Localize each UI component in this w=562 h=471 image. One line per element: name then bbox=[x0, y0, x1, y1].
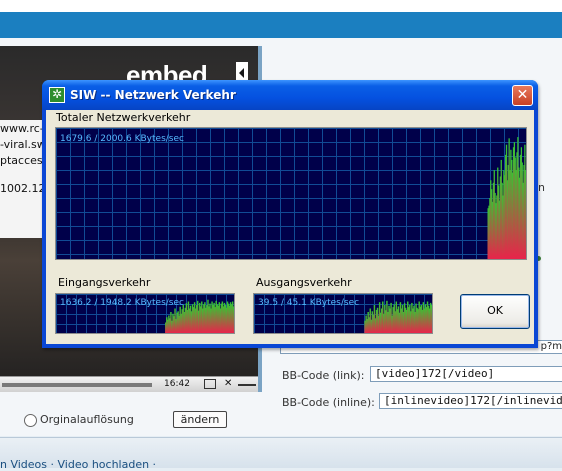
total-traffic-label: Totaler Netzwerkverkehr bbox=[56, 111, 191, 124]
incoming-traffic-label: Eingangsverkehr bbox=[58, 276, 151, 289]
outgoing-traffic-rate: 39.5 / 45.1 KBytes/sec bbox=[258, 298, 360, 308]
original-resolution-radio[interactable] bbox=[24, 414, 37, 427]
bb-code-link-field[interactable]: [video]172[/video] bbox=[370, 366, 562, 382]
footer-links[interactable]: n Videos · Video hochladen · bbox=[0, 458, 156, 471]
close-button[interactable]: ✕ bbox=[512, 85, 533, 106]
side-text-fragment: n bbox=[538, 181, 545, 194]
site-header-bar bbox=[0, 12, 562, 38]
info-line: -viral.sw bbox=[0, 138, 45, 151]
incoming-traffic-rate: 1636.2 / 1948.2 KBytes/sec bbox=[60, 298, 184, 308]
incoming-traffic-graph: 1636.2 / 1948.2 KBytes/sec bbox=[55, 293, 235, 334]
bb-code-inline-label: BB-Code (inline): bbox=[282, 396, 375, 409]
info-line: www.rc- bbox=[0, 122, 44, 135]
url-field-text: p?m bbox=[540, 341, 562, 352]
mute-icon[interactable]: ✕ bbox=[224, 378, 232, 389]
playback-time: 16:42 bbox=[164, 379, 190, 389]
siw-network-window: ✲ SIW -- Netzwerk Verkehr ✕ Totaler Netz… bbox=[42, 80, 538, 348]
change-button[interactable]: ändern bbox=[173, 411, 227, 428]
window-titlebar[interactable]: ✲ SIW -- Netzwerk Verkehr ✕ bbox=[42, 80, 538, 110]
seek-bar[interactable] bbox=[2, 383, 152, 387]
incoming-traffic-bar bbox=[232, 306, 234, 333]
info-line: ptacces bbox=[0, 154, 43, 167]
video-info-overlay: www.rc- -viral.sw ptacces 1002.12 bbox=[0, 120, 45, 238]
browser-top-strip bbox=[0, 0, 562, 12]
total-traffic-graph: 1679.6 / 2000.6 KBytes/sec bbox=[55, 127, 527, 260]
bb-code-link-label: BB-Code (link): bbox=[282, 369, 365, 382]
player-controls: 16:42 ✕ bbox=[0, 376, 258, 392]
outgoing-traffic-graph: 39.5 / 45.1 KBytes/sec bbox=[253, 293, 433, 334]
bb-code-inline-field[interactable]: [inlinevideo]172[/inlinevideo] bbox=[379, 393, 562, 409]
fullscreen-icon[interactable] bbox=[204, 379, 216, 389]
outgoing-traffic-bar bbox=[430, 305, 432, 333]
total-traffic-bar bbox=[525, 170, 526, 259]
volume-slider[interactable] bbox=[238, 384, 256, 386]
network-app-icon: ✲ bbox=[49, 87, 65, 103]
outgoing-traffic-label: Ausgangsverkehr bbox=[256, 276, 352, 289]
window-client-area: Totaler Netzwerkverkehr 1679.6 / 2000.6 … bbox=[46, 110, 534, 344]
total-traffic-rate: 1679.6 / 2000.6 KBytes/sec bbox=[60, 134, 184, 144]
total-traffic-plot bbox=[487, 137, 526, 259]
info-line: 1002.12 bbox=[0, 182, 45, 195]
window-title: SIW -- Netzwerk Verkehr bbox=[70, 88, 236, 102]
original-resolution-label: Orginalauflösung bbox=[40, 413, 134, 426]
ok-button[interactable]: OK bbox=[460, 294, 530, 329]
